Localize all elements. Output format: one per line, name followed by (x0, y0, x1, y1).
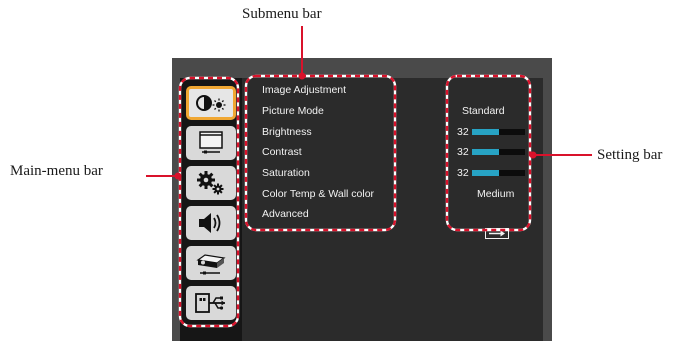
setting-highlight (445, 74, 532, 232)
setting-highlight-dash (445, 74, 532, 232)
main-menu-highlight (178, 76, 240, 328)
setting-callout-dot (529, 151, 537, 159)
mainmenu-callout-dot (174, 172, 182, 180)
submenu-highlight (244, 74, 397, 232)
main-menu-highlight-dash (178, 76, 240, 328)
submenu-callout-dot (298, 72, 306, 80)
callout-overlay (146, 26, 592, 328)
submenu-highlight-dash (244, 74, 397, 232)
